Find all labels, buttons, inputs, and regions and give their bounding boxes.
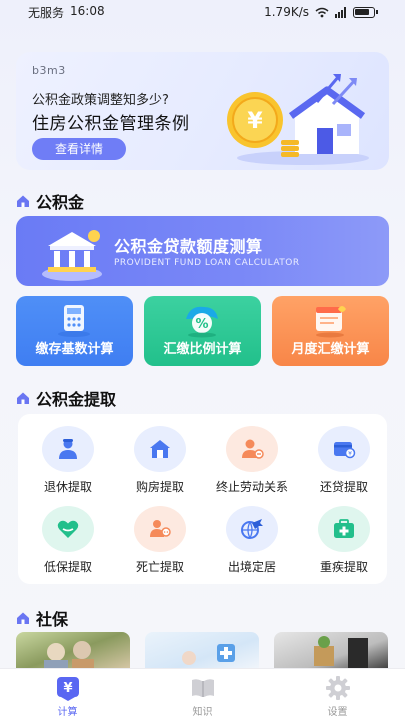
icon-circle bbox=[42, 506, 94, 552]
icon-circle bbox=[226, 506, 278, 552]
book-icon bbox=[191, 679, 214, 697]
icon-circle: ¥ bbox=[318, 426, 370, 472]
signal-icon bbox=[335, 6, 346, 18]
monthly-payment-calc-card[interactable]: 月度汇缴计算 bbox=[272, 296, 389, 366]
battery-icon bbox=[353, 6, 378, 18]
house-purchase-withdraw-item[interactable]: 购房提取 bbox=[118, 426, 202, 495]
svg-text:¥: ¥ bbox=[247, 109, 263, 134]
medical-kit-icon bbox=[334, 519, 354, 538]
calc-card-label: 汇缴比例计算 bbox=[163, 342, 242, 357]
home-icon bbox=[17, 195, 29, 207]
section-social-header: 社保 bbox=[16, 606, 68, 630]
icon-circle bbox=[134, 506, 186, 552]
percent-icon: % bbox=[186, 306, 218, 338]
icon-circle bbox=[134, 426, 186, 472]
svg-text:¥: ¥ bbox=[63, 681, 72, 696]
calc-card-label: 月度汇缴计算 bbox=[291, 342, 370, 357]
svg-text:%: % bbox=[195, 317, 208, 332]
withdraw-label: 重疾提取 bbox=[319, 560, 368, 574]
withdraw-label: 购房提取 bbox=[135, 480, 184, 494]
death-withdraw-item[interactable]: 死亡提取 bbox=[118, 506, 202, 575]
contribution-base-calc-card[interactable]: 缴存基数计算 bbox=[16, 296, 133, 366]
banner-subtitle: 公积金政策调整知多少? bbox=[32, 93, 169, 108]
withdraw-label: 死亡提取 bbox=[135, 560, 184, 574]
terminate-employment-withdraw-item[interactable]: 终止劳动关系 bbox=[210, 426, 294, 495]
medical-care-photo[interactable] bbox=[145, 632, 259, 670]
loan-calculator-card[interactable]: 公积金贷款额度测算 PROVIDENT FUND LOAN CALCULATOR bbox=[16, 216, 389, 286]
gear-icon bbox=[325, 676, 350, 700]
clock: 16:08 bbox=[70, 3, 105, 18]
withdraw-grid: 退休提取 购房提取 终止劳动关系 ¥ 还贷提取 低保提取 死亡提取 出境定居 重… bbox=[18, 414, 387, 584]
photo-content bbox=[182, 644, 235, 665]
person-end-icon bbox=[242, 439, 264, 459]
tab-label: 设置 bbox=[327, 707, 348, 718]
heart-icon bbox=[57, 520, 79, 538]
section-social-title: 社保 bbox=[36, 610, 69, 629]
withdraw-label: 还贷提取 bbox=[319, 480, 368, 494]
tab-label: 知识 bbox=[192, 707, 213, 718]
plane-icon bbox=[241, 519, 263, 539]
withdraw-label: 低保提取 bbox=[43, 560, 92, 574]
retire-withdraw-item[interactable]: 退休提取 bbox=[26, 426, 110, 495]
section-fund-header: 公积金 bbox=[16, 189, 84, 213]
tab-label: 计算 bbox=[57, 707, 78, 718]
section-fund-title: 公积金 bbox=[36, 193, 85, 212]
calculator-icon bbox=[58, 305, 90, 337]
serious-illness-withdraw-item[interactable]: 重疾提取 bbox=[302, 506, 386, 575]
bottom-tab-bar: ¥ 计算 知识 设置 bbox=[0, 668, 405, 720]
tab-knowledge[interactable]: 知识 bbox=[135, 669, 270, 720]
icon-circle bbox=[42, 426, 94, 472]
calendar-icon bbox=[316, 306, 346, 338]
low-income-withdraw-item[interactable]: 低保提取 bbox=[26, 506, 110, 575]
icon-circle bbox=[318, 506, 370, 552]
photo-content bbox=[314, 636, 368, 670]
home-icon bbox=[17, 392, 29, 404]
people-icon bbox=[150, 520, 171, 537]
icon-circle bbox=[226, 426, 278, 472]
retire-icon bbox=[59, 439, 77, 459]
wifi-icon bbox=[315, 7, 329, 17]
withdraw-label: 终止劳动关系 bbox=[215, 480, 288, 494]
status-bar: 无服务 16:08 1.79K/s bbox=[0, 0, 405, 24]
loan-calculator-subtitle: PROVIDENT FUND LOAN CALCULATOR bbox=[114, 258, 300, 268]
elderly-couple-photo[interactable] bbox=[16, 632, 130, 670]
tab-settings[interactable]: 设置 bbox=[270, 669, 405, 720]
house-icon bbox=[150, 440, 170, 458]
calc-card-label: 缴存基数计算 bbox=[35, 342, 114, 357]
calculate-tab-icon: ¥ bbox=[56, 677, 79, 701]
svg-text:¥: ¥ bbox=[348, 451, 352, 458]
section-withdraw-header: 公积金提取 bbox=[16, 386, 116, 410]
carrier-text: 无服务 bbox=[28, 5, 65, 20]
withdraw-label: 出境定居 bbox=[227, 560, 276, 574]
network-speed: 1.79K/s bbox=[264, 5, 309, 19]
promo-banner[interactable]: b3m3 公积金政策调整知多少? 住房公积金管理条例 查看详情 ¥ bbox=[16, 52, 389, 170]
withdraw-label: 退休提取 bbox=[43, 480, 92, 494]
emigrate-withdraw-item[interactable]: 出境定居 bbox=[210, 506, 294, 575]
banner-tag: b3m3 bbox=[32, 64, 66, 77]
tab-calculate[interactable]: ¥ 计算 bbox=[0, 669, 135, 720]
wallet-icon: ¥ bbox=[334, 442, 356, 459]
bank-icon bbox=[42, 230, 102, 281]
section-withdraw-title: 公积金提取 bbox=[36, 390, 117, 409]
home-icon bbox=[17, 612, 29, 624]
view-details-button[interactable]: 查看详情 bbox=[32, 138, 126, 160]
loan-repayment-withdraw-item[interactable]: ¥ 还贷提取 bbox=[302, 426, 386, 495]
banner-title: 住房公积金管理条例 bbox=[32, 114, 190, 134]
house-coin-illustration: ¥ bbox=[227, 74, 369, 165]
office-photo[interactable] bbox=[274, 632, 388, 670]
photo-content bbox=[44, 641, 94, 670]
loan-calculator-title: 公积金贷款额度测算 bbox=[114, 237, 263, 256]
payment-ratio-calc-card[interactable]: % 汇缴比例计算 bbox=[144, 296, 261, 366]
